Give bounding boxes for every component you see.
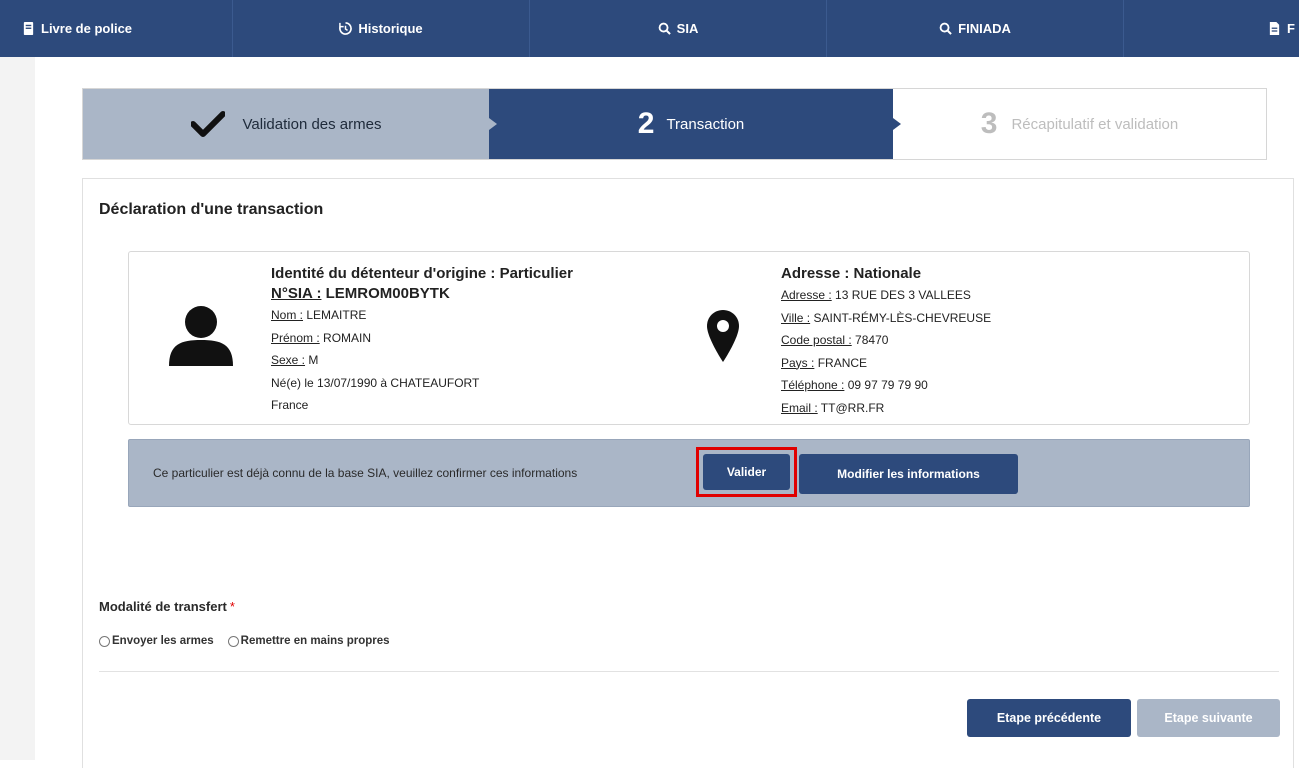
nav-historique[interactable]: Historique <box>233 0 530 57</box>
field-value: LEMAITRE <box>303 308 367 322</box>
radio-label: Remettre en mains propres <box>240 635 390 647</box>
field-label: Email : <box>781 400 818 415</box>
validate-button[interactable]: Valider <box>703 454 790 490</box>
step-arrow <box>893 118 901 130</box>
nav-label: Historique <box>358 21 423 36</box>
nav-finiada[interactable]: FINIADA <box>827 0 1124 57</box>
step-validation-armes[interactable]: Validation des armes <box>83 89 489 159</box>
sia-label: N°SIA : <box>271 285 322 302</box>
transfer-mode-label: Modalité de transfert * <box>99 599 235 614</box>
step-number: 3 <box>980 107 998 140</box>
radio-button[interactable] <box>99 635 110 647</box>
holder-details: Identité du détenteur d'origine : Partic… <box>271 264 573 417</box>
nav-livre-de-police[interactable]: Livre de police <box>0 0 233 57</box>
history-icon <box>339 22 353 35</box>
nav-truncated-item[interactable]: F <box>1124 0 1299 57</box>
left-gutter <box>0 57 35 760</box>
field-value: TT@RR.FR <box>817 400 885 415</box>
address-details: Adresse : Nationale Adresse : 13 RUE DES… <box>781 264 991 419</box>
transfer-mode-radio-group: Envoyer les armes Remettre en mains prop… <box>99 635 390 647</box>
sia-number: N°SIA : LEMROM00BYTK <box>271 284 573 304</box>
field-value: 09 97 79 79 90 <box>844 378 928 392</box>
field-label: Nom : <box>271 308 304 322</box>
radio-send-weapons[interactable]: Envoyer les armes <box>99 635 214 647</box>
field-value: 78470 <box>851 333 889 347</box>
nav-sia[interactable]: SIA <box>530 0 827 57</box>
step-label: Récapitulatif et validation <box>1011 115 1179 133</box>
step-number: 2 <box>637 107 655 140</box>
field-value: FRANCE <box>814 355 868 370</box>
field-value: M <box>305 353 319 367</box>
field-value: ROMAIN <box>319 330 372 345</box>
holder-heading: Identité du détenteur d'origine : Partic… <box>271 265 573 282</box>
holder-country: France <box>271 398 309 412</box>
confirmation-message: Ce particulier est déjà connu de la base… <box>153 466 578 480</box>
transfer-label-text: Modalité de transfert <box>99 599 227 614</box>
validate-button-highlight: Valider <box>696 447 797 497</box>
top-navigation: Livre de police Historique SIA FINIADA F <box>0 0 1299 57</box>
field-label: Code postal : <box>781 333 852 347</box>
nav-label: SIA <box>676 21 699 36</box>
address-field-code-postal: Code postal : 78470 <box>781 329 991 352</box>
radio-hand-delivery[interactable]: Remettre en mains propres <box>227 635 390 647</box>
step-transaction[interactable]: 2 Transaction <box>489 89 893 159</box>
nav-label: FINIADA <box>958 21 1011 36</box>
address-field-ville: Ville : SAINT-RÉMY-LÈS-CHEVREUSE <box>781 307 991 330</box>
nav-label: F <box>1287 21 1295 36</box>
holder-field-prenom: Prénom : ROMAIN <box>271 327 573 350</box>
address-heading: Adresse : Nationale <box>781 265 922 282</box>
previous-step-button[interactable]: Etape précédente <box>967 699 1131 737</box>
field-label: Adresse : <box>781 288 832 302</box>
step-label: Transaction <box>666 115 745 133</box>
step-arrow <box>489 118 497 130</box>
address-field-telephone: Téléphone : 09 97 79 79 90 <box>781 374 991 397</box>
address-field-adresse: Adresse : 13 RUE DES 3 VALLEES <box>781 284 991 307</box>
user-icon <box>169 306 233 366</box>
search-icon <box>939 22 952 35</box>
progress-stepper: Validation des armes 2 Transaction 3 Réc… <box>82 88 1267 160</box>
modify-information-button[interactable]: Modifier les informations <box>799 454 1018 494</box>
divider <box>99 671 1279 672</box>
book-icon <box>23 22 34 35</box>
page-title: Déclaration d'une transaction <box>99 201 324 218</box>
checkmark-icon <box>190 111 225 137</box>
nav-label: Livre de police <box>41 21 133 36</box>
sia-confirmation-bar: Ce particulier est déjà connu de la base… <box>128 439 1250 507</box>
address-field-email: Email : TT@RR.FR <box>781 397 991 420</box>
document-icon <box>1269 22 1280 35</box>
holder-birth: Né(e) le 13/07/1990 à CHATEAUFORT <box>271 375 480 390</box>
holder-identity-card: Identité du détenteur d'origine : Partic… <box>128 251 1250 425</box>
holder-field-nom: Nom : LEMAITRE <box>271 304 573 327</box>
radio-button[interactable] <box>227 635 239 647</box>
holder-field-sexe: Sexe : M <box>271 349 573 372</box>
radio-label: Envoyer les armes <box>112 635 214 647</box>
required-marker: * <box>229 599 235 614</box>
field-label: Pays : <box>781 355 815 370</box>
field-value: 13 RUE DES 3 VALLEES <box>831 288 971 302</box>
field-label: Ville : <box>781 310 811 325</box>
next-step-button[interactable]: Etape suivante <box>1137 699 1280 737</box>
sia-value: LEMROM00BYTK <box>321 285 450 302</box>
transaction-panel: Déclaration d'une transaction Identité d… <box>82 178 1294 768</box>
field-label: Téléphone : <box>781 378 845 392</box>
step-label: Validation des armes <box>242 115 382 133</box>
field-value: SAINT-RÉMY-LÈS-CHEVREUSE <box>810 310 992 325</box>
step-recapitulatif: 3 Récapitulatif et validation <box>893 89 1266 159</box>
field-label: Sexe : <box>271 353 306 367</box>
field-label: Prénom : <box>271 330 320 345</box>
location-pin-icon <box>707 310 739 362</box>
address-field-pays: Pays : FRANCE <box>781 352 991 375</box>
search-icon <box>658 22 671 35</box>
